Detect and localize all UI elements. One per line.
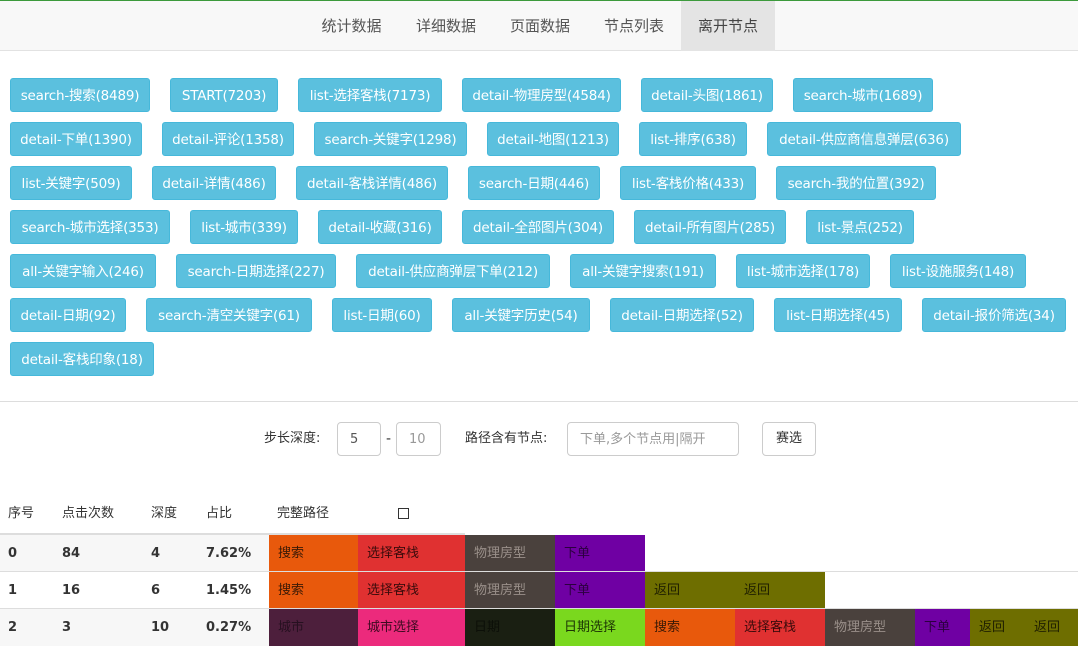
node-tag[interactable]: detail-供应商信息弹层(636) [767,122,961,156]
depth-max-input[interactable] [396,422,441,456]
col-header-depth: 深度 [151,506,178,521]
node-tag[interactable]: detail-详情(486) [152,166,276,200]
top-nav: 统计数据 详细数据 页面数据 节点列表 离开节点 [0,1,1078,51]
node-tag[interactable]: list-日期(60) [332,298,432,332]
path-node[interactable]: 下单 [555,572,645,609]
node-tag[interactable]: detail-所有图片(285) [634,210,786,244]
tab-details[interactable]: 详细数据 [399,1,493,51]
col-header-clicks: 点击次数 [62,506,115,521]
filter-button[interactable]: 赛选 [762,422,816,456]
path-node[interactable]: 下单 [555,535,645,572]
path-node[interactable]: 物理房型 [465,535,555,572]
node-tag[interactable]: detail-全部图片(304) [462,210,614,244]
node-tag[interactable]: detail-评论(1358) [162,122,294,156]
col-header-index: 序号 [8,506,35,521]
node-tag[interactable]: all-关键字输入(246) [10,254,156,288]
path-node[interactable]: 日期 [465,609,555,646]
path-node[interactable]: 返回 [735,572,825,609]
path-node[interactable]: 日期选择 [555,609,645,646]
col-header-ratio: 占比 [206,506,233,521]
node-tag[interactable]: list-城市选择(178) [736,254,870,288]
tab-pages[interactable]: 页面数据 [493,1,587,51]
path-node-input[interactable] [567,422,739,456]
node-tag[interactable]: search-日期选择(227) [176,254,336,288]
cell-index: 2 [8,620,18,635]
cell-ratio: 7.62% [206,546,252,561]
node-tag[interactable]: search-我的位置(392) [776,166,936,200]
path-node[interactable]: 物理房型 [825,609,915,646]
node-tag[interactable]: search-城市选择(353) [10,210,170,244]
section-divider [0,401,1078,402]
cell-ratio: 1.45% [206,583,252,598]
col-header-path: 完整路径 [277,506,330,521]
node-tag[interactable]: detail-报价筛选(34) [922,298,1066,332]
depth-range-separator: - [386,431,392,447]
path-node[interactable]: 返回 [1025,609,1078,646]
node-tag[interactable]: list-日期选择(45) [774,298,902,332]
node-tag[interactable]: list-设施服务(148) [890,254,1026,288]
tab-stats[interactable]: 统计数据 [304,1,399,51]
cell-index: 0 [8,546,18,561]
node-tag[interactable]: list-选择客栈(7173) [298,78,442,112]
path-node[interactable]: 物理房型 [465,572,555,609]
depth-min-input[interactable] [337,422,381,456]
node-tag[interactable]: all-关键字搜索(191) [570,254,716,288]
cell-ratio: 0.27% [206,620,252,635]
cell-clicks: 3 [62,620,72,635]
node-tag[interactable]: search-搜索(8489) [10,78,150,112]
cell-index: 1 [8,583,18,598]
node-tag[interactable]: detail-日期(92) [10,298,126,332]
node-tag[interactable]: detail-物理房型(4584) [462,78,621,112]
tab-exit-nodes[interactable]: 离开节点 [681,1,775,51]
node-tag[interactable]: all-关键字历史(54) [452,298,590,332]
node-tag[interactable]: detail-下单(1390) [10,122,142,156]
path-node[interactable]: 搜索 [269,535,358,572]
tab-node-list[interactable]: 节点列表 [587,1,681,51]
node-tag[interactable]: detail-日期选择(52) [610,298,754,332]
node-tag[interactable]: list-排序(638) [639,122,747,156]
node-tag[interactable]: detail-客栈详情(486) [296,166,448,200]
node-tag[interactable]: list-城市(339) [190,210,298,244]
node-tag[interactable]: list-景点(252) [806,210,914,244]
node-tag[interactable]: detail-客栈印象(18) [10,342,154,376]
node-tag[interactable]: detail-头图(1861) [641,78,773,112]
path-node[interactable]: 返回 [645,572,735,609]
path-node[interactable]: 城市选择 [358,609,465,646]
path-node[interactable]: 选择客栈 [735,609,825,646]
path-node-label: 路径含有节点: [465,431,548,446]
select-all-checkbox[interactable] [398,508,409,519]
cell-depth: 6 [151,583,161,598]
path-node[interactable]: 返回 [970,609,1025,646]
cell-depth: 4 [151,546,161,561]
node-tag[interactable]: detail-地图(1213) [487,122,619,156]
path-node[interactable]: 城市 [269,609,358,646]
path-node[interactable]: 搜索 [645,609,735,646]
node-tag[interactable]: search-城市(1689) [793,78,933,112]
cell-clicks: 16 [62,583,81,598]
node-tag[interactable]: search-清空关键字(61) [146,298,312,332]
path-node[interactable]: 选择客栈 [358,572,465,609]
node-tag[interactable]: detail-供应商弹层下单(212) [356,254,550,288]
node-tag[interactable]: search-关键字(1298) [314,122,467,156]
node-tag[interactable]: detail-收藏(316) [318,210,442,244]
node-tag[interactable]: list-关键字(509) [10,166,132,200]
path-node[interactable]: 下单 [915,609,970,646]
node-tag[interactable]: search-日期(446) [468,166,600,200]
path-node[interactable]: 选择客栈 [358,535,465,572]
cell-clicks: 84 [62,546,81,561]
path-node[interactable]: 搜索 [269,572,358,609]
depth-label: 步长深度: [264,431,321,446]
cell-depth: 10 [151,620,170,635]
node-tag[interactable]: START(7203) [170,78,278,112]
node-tag[interactable]: list-客栈价格(433) [620,166,756,200]
